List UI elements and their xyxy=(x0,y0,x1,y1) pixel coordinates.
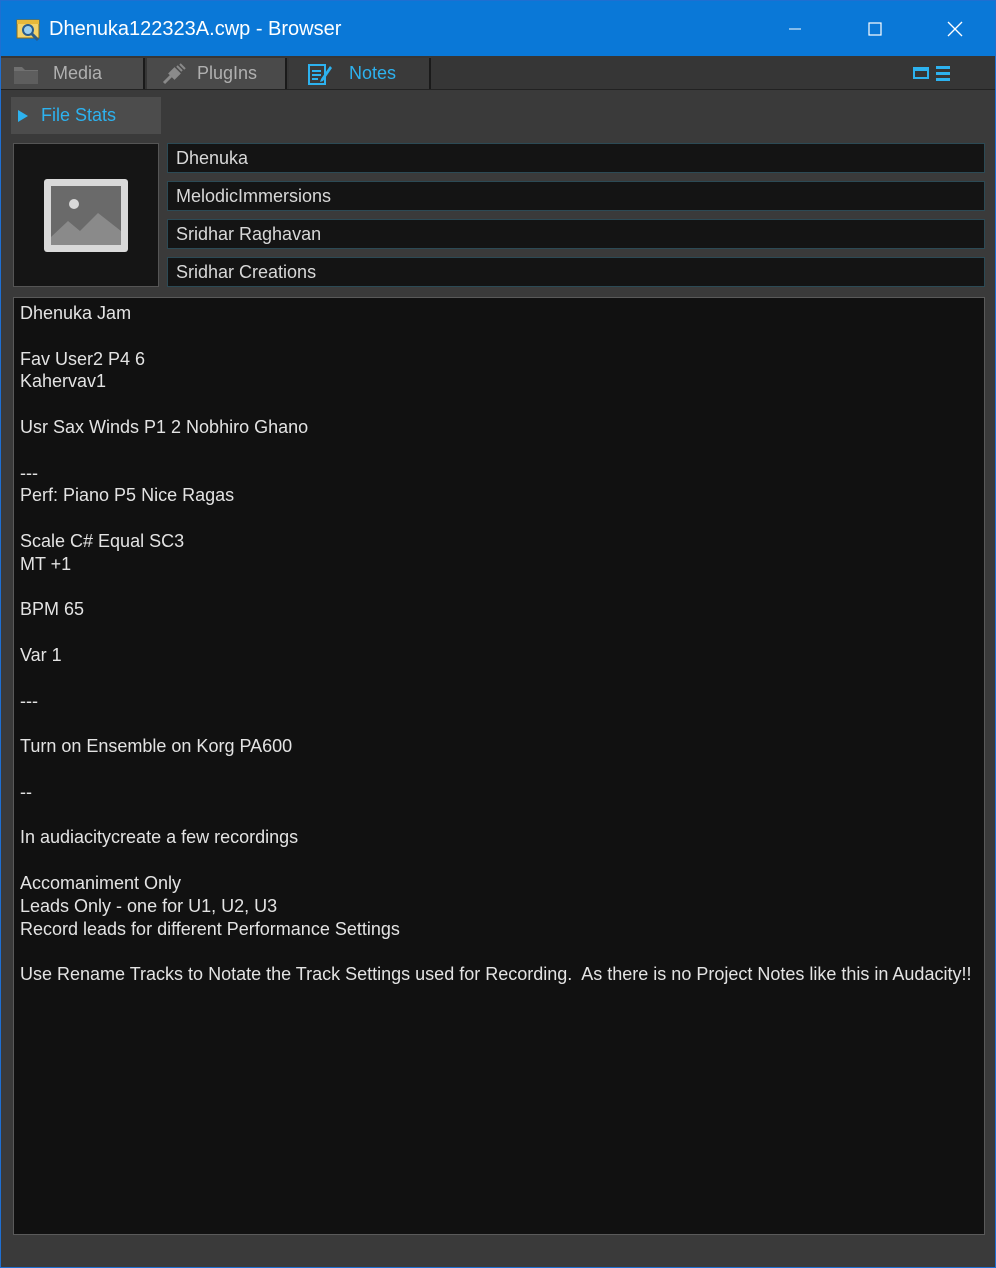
layout-buttons xyxy=(913,62,959,84)
note-line: MT +1 xyxy=(20,553,72,574)
note-line xyxy=(20,621,978,644)
note-line: Var 1 xyxy=(20,644,62,665)
title-field[interactable]: Dhenuka xyxy=(167,143,985,173)
window-title: Dhenuka122323A.cwp - Browser xyxy=(49,18,342,40)
note-line: BPM 65 xyxy=(20,599,85,620)
minimize-icon xyxy=(789,28,801,29)
note-line: In audiacitycreate a few recordings xyxy=(20,827,299,848)
note-line xyxy=(20,507,978,530)
note-line: Use Rename Tracks to Notate the Track Se… xyxy=(20,964,972,985)
maximize-icon xyxy=(868,21,882,36)
note-line: Fav User2 P4 6 xyxy=(20,348,146,369)
note-line xyxy=(20,758,978,781)
note-line: Accomaniment Only xyxy=(20,872,182,893)
image-placeholder-icon xyxy=(44,179,128,252)
tab-media-label: Media xyxy=(53,63,103,83)
tab-plugins-label: PlugIns xyxy=(197,63,258,83)
tab-notes[interactable]: Notes xyxy=(289,58,431,89)
note-line: Usr Sax Winds P1 2 Nobhiro Ghano xyxy=(20,416,309,437)
notes-textarea[interactable]: Dhenuka Jam Fav User2 P4 6 Kahervav1 Usr Sa… xyxy=(13,297,985,1235)
note-line: Scale C# Equal SC3 xyxy=(20,530,185,551)
note-line xyxy=(20,576,978,599)
file-stats-label: File Stats xyxy=(41,105,117,125)
file-stats-toggle[interactable]: File Stats xyxy=(11,97,161,134)
tab-strip: Media PlugIns Notes xyxy=(1,56,995,90)
note-line: Record leads for different Performance S… xyxy=(20,918,400,939)
tab-media[interactable]: Media xyxy=(1,58,145,89)
publisher-field[interactable]: Sridhar Creations xyxy=(167,257,985,287)
folder-icon xyxy=(14,66,38,84)
title-bar[interactable]: Dhenuka122323A.cwp - Browser xyxy=(1,1,995,56)
notes-content: Dhenuka Jam Fav User2 P4 6 Kahervav1 Usr Sa… xyxy=(20,302,978,986)
maximize-button[interactable] xyxy=(835,1,915,56)
note-line: Dhenuka Jam xyxy=(20,303,132,323)
browser-app-icon xyxy=(16,19,40,41)
note-line: Perf: Piano P5 Nice Ragas xyxy=(20,485,235,506)
note-line: --- xyxy=(20,690,38,711)
note-line xyxy=(20,712,978,735)
minimize-button[interactable] xyxy=(755,1,835,56)
note-line: --- xyxy=(20,462,38,483)
notepad-icon xyxy=(308,63,332,85)
dock-icon[interactable] xyxy=(913,66,929,80)
note-line xyxy=(20,393,978,416)
note-line xyxy=(20,804,978,827)
note-line xyxy=(20,849,978,872)
note-line: Leads Only - one for U1, U2, U3 xyxy=(20,895,278,916)
project-thumbnail[interactable] xyxy=(13,143,159,287)
tab-notes-label: Notes xyxy=(349,63,397,83)
note-line: Turn on Ensemble on Korg PA600 xyxy=(20,736,293,757)
note-line xyxy=(20,439,978,462)
close-icon xyxy=(947,21,963,36)
close-button[interactable] xyxy=(915,1,995,56)
note-line: -- xyxy=(20,781,32,802)
note-line xyxy=(20,325,978,348)
album-field[interactable]: MelodicImmersions xyxy=(167,181,985,211)
expand-triangle-icon xyxy=(18,109,28,122)
tab-plugins[interactable]: PlugIns xyxy=(147,58,287,89)
plug-icon xyxy=(162,62,186,84)
browser-window: Dhenuka122323A.cwp - Browser Media PlugI… xyxy=(0,0,996,1268)
artist-field[interactable]: Sridhar Raghavan xyxy=(167,219,985,249)
note-line: Kahervav1 xyxy=(20,371,107,392)
menu-icon[interactable] xyxy=(935,65,951,81)
note-line xyxy=(20,940,978,963)
note-line xyxy=(20,667,978,690)
